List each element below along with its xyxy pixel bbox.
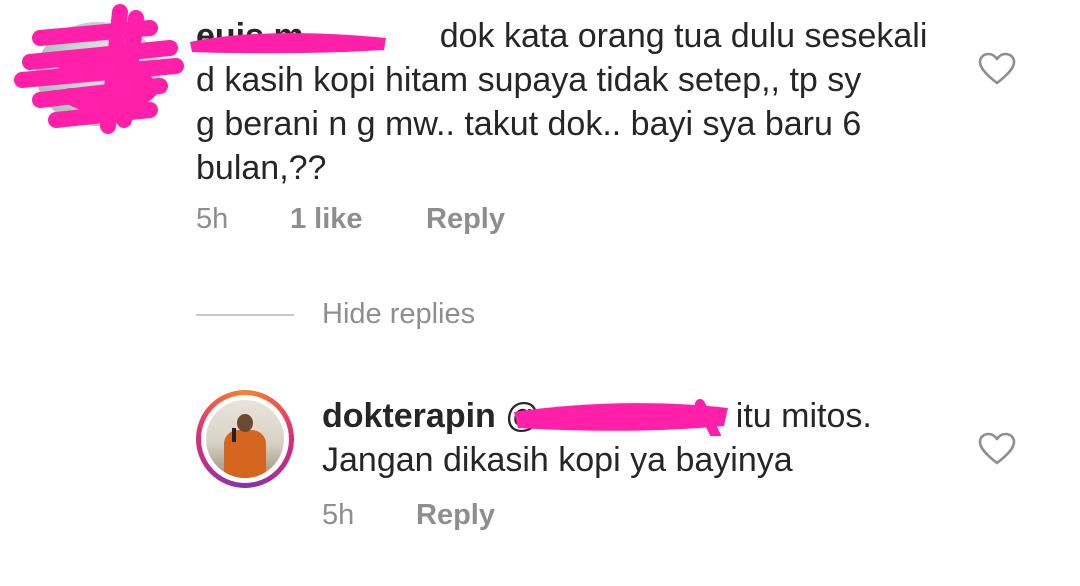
comment-timestamp: 5h bbox=[196, 203, 229, 235]
hide-replies-button[interactable]: Hide replies bbox=[322, 298, 475, 331]
hide-replies-divider bbox=[196, 314, 294, 316]
like-heart-icon[interactable] bbox=[978, 432, 1016, 466]
reply-timestamp: 5h bbox=[322, 499, 355, 531]
reply-line-2: Jangan dikasih kopi ya bayinya bbox=[322, 441, 793, 479]
replier-avatar[interactable] bbox=[196, 390, 294, 488]
comment-reply-button[interactable]: Reply bbox=[426, 203, 505, 236]
comment-thread: euis mdok kata orang tua dulu sesekali d… bbox=[0, 0, 1080, 586]
mention-redaction bbox=[514, 399, 728, 436]
username-redaction bbox=[190, 33, 386, 54]
reply-line-1-tail: itu mitos. bbox=[735, 397, 872, 435]
comment-line-2: d kasih kopi hitam supaya tidak setep,, … bbox=[196, 61, 862, 99]
comment-line-4: bulan,?? bbox=[196, 149, 327, 187]
replier-username[interactable]: dokterapin bbox=[322, 397, 496, 435]
avatar-photo bbox=[206, 400, 284, 478]
comment-line-1: dok kata orang tua dulu sesekali bbox=[439, 17, 928, 55]
comment-line-3: g berani n g mw.. takut dok.. bayi sya b… bbox=[196, 105, 862, 143]
comment-like-count[interactable]: 1 like bbox=[290, 203, 363, 236]
reply-reply-button[interactable]: Reply bbox=[416, 499, 495, 532]
like-heart-icon[interactable] bbox=[978, 52, 1016, 86]
